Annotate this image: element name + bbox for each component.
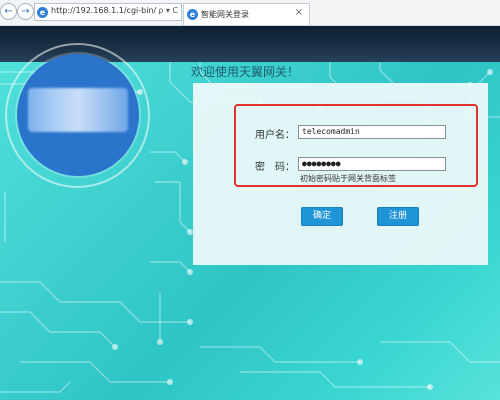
confirm-button[interactable]: 确定 <box>301 207 343 226</box>
username-label: 用户名： <box>255 130 295 141</box>
welcome-title: 欢迎使用天翼网关！ <box>191 65 300 79</box>
address-text[interactable]: http://192.168.1.1/cgi-bin/ <box>51 6 156 15</box>
browser-tab[interactable]: e 智能网关登录 × <box>183 3 310 25</box>
browser-toolbar: ← → e http://192.168.1.1/cgi-bin/ ρ ▾ C … <box>0 0 500 26</box>
register-button[interactable]: 注册 <box>377 207 419 226</box>
password-hint: 初始密码贴于网关背面标签 <box>300 174 396 183</box>
forward-arrow-icon[interactable]: → <box>17 3 34 20</box>
tab-title[interactable]: 智能网关登录 <box>201 9 249 20</box>
ie-logo-icon: e <box>37 7 48 18</box>
address-bar[interactable]: e http://192.168.1.1/cgi-bin/ ρ ▾ C <box>34 3 182 21</box>
address-controls[interactable]: ρ ▾ C <box>158 6 178 15</box>
password-label: 密 码： <box>255 162 295 173</box>
back-arrow-icon[interactable]: ← <box>0 3 17 20</box>
username-input[interactable]: telecomadmin <box>298 125 446 139</box>
password-input[interactable]: ●●●●●●●● <box>298 157 446 171</box>
tab-close-icon[interactable]: × <box>295 7 303 18</box>
logo-icon <box>28 88 128 132</box>
tab-ie-icon: e <box>187 9 198 20</box>
